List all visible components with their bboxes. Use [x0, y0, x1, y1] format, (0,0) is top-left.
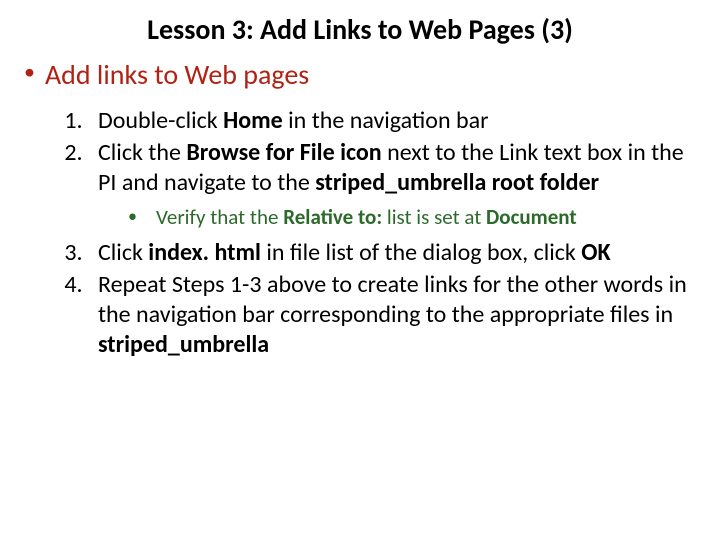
sub-bold1: Relative to:: [283, 204, 387, 230]
step-3-bold1: index. html: [148, 238, 266, 267]
sub-bold2: Document: [486, 204, 577, 230]
step-2-bold2: striped_umbrella root folder: [315, 168, 599, 197]
step-1: Double-click Home in the navigation bar: [88, 106, 702, 136]
slide-content: Lesson 3: Add Links to Web Pages (3) • A…: [0, 0, 720, 380]
bullet-icon: •: [128, 204, 156, 229]
main-bullet: • Add links to Web pages: [24, 57, 702, 92]
step-2-subitem: • Verify that the Relative to: list is s…: [128, 204, 702, 230]
sub-b: list is set at: [387, 204, 486, 230]
step-2-bold1: Browse for File icon: [186, 138, 387, 167]
step-3-b: in file list of the dialog box, click: [266, 238, 581, 267]
step-2: Click the Browse for File icon next to t…: [88, 138, 702, 230]
step-4-a: Repeat Steps 1-3 above to create links f…: [98, 270, 687, 329]
sub-text: Verify that the Relative to: list is set…: [156, 204, 577, 230]
step-3-bold2: OK: [581, 238, 610, 267]
step-3: Click index. html in file list of the di…: [88, 238, 702, 268]
main-bullet-text: Add links to Web pages: [45, 57, 309, 92]
step-1-bold: Home: [223, 106, 283, 135]
step-3-a: Click: [98, 238, 148, 267]
step-4-bold1: striped_umbrella: [98, 330, 269, 359]
step-1-b: in the navigation bar: [283, 106, 489, 135]
sub-a: Verify that the: [156, 204, 283, 230]
step-1-a: Double-click: [98, 106, 223, 135]
step-list: Double-click Home in the navigation bar …: [18, 106, 702, 360]
step-4: Repeat Steps 1-3 above to create links f…: [88, 270, 702, 360]
slide-title: Lesson 3: Add Links to Web Pages (3): [18, 12, 702, 47]
step-2-a: Click the: [98, 138, 186, 167]
bullet-icon: •: [24, 57, 35, 88]
